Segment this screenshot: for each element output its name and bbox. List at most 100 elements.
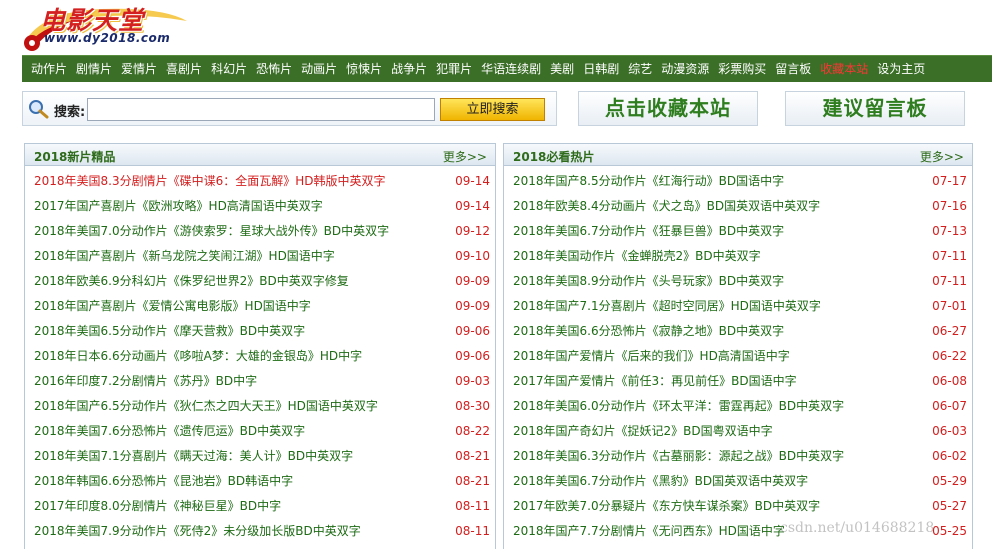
list-item: 2018年国产喜剧片《爱情公寓电影版》HD国语中字 09-09 bbox=[25, 294, 495, 319]
panel-title: 2018新片精品 bbox=[34, 150, 116, 164]
movie-link[interactable]: 2018年美国6.0分动作片《环太平洋：雷霆再起》BD中英双字 bbox=[513, 394, 844, 419]
search-label: 搜索: bbox=[54, 105, 86, 120]
movie-link[interactable]: 2017年印度8.0分剧情片《神秘巨星》BD中字 bbox=[34, 494, 281, 519]
new-releases-panel: 2018新片精品 更多>> 2018年美国8.3分剧情片《碟中谍6：全面瓦解》H… bbox=[24, 143, 496, 549]
post-date: 08-30 bbox=[455, 399, 490, 413]
list-item: 2018年美国7.1分喜剧片《瞒天过海：美人计》BD中英双字 08-21 bbox=[25, 444, 495, 469]
movie-list: 2018年国产8.5分动作片《红海行动》BD国语中字 07-17 2018年欧美8.… bbox=[504, 166, 972, 544]
search-input[interactable] bbox=[87, 98, 435, 121]
nav-item-anime[interactable]: 动漫资源 bbox=[661, 56, 709, 83]
nav-item-variety[interactable]: 综艺 bbox=[628, 56, 652, 83]
movie-link[interactable]: 2018年国产7.1分喜剧片《超时空同居》HD国语中英双字 bbox=[513, 294, 821, 319]
nav-item-scifi[interactable]: 科幻片 bbox=[211, 56, 247, 83]
nav-item-romance[interactable]: 爱情片 bbox=[121, 56, 157, 83]
post-date: 06-08 bbox=[932, 374, 967, 388]
movie-link[interactable]: 2018年欧美6.9分科幻片《侏罗纪世界2》BD中英双字修复 bbox=[34, 269, 349, 294]
nav-item-thriller[interactable]: 惊悚片 bbox=[346, 56, 382, 83]
movie-link[interactable]: 2018年美国7.6分恐怖片《遗传厄运》BD中英双字 bbox=[34, 419, 305, 444]
list-item: 2018年美国7.9分动作片《死侍2》未分级加长版BD中英双字 08-11 bbox=[25, 519, 495, 544]
post-date: 07-13 bbox=[932, 224, 967, 238]
list-item: 2016年印度7.2分剧情片《苏丹》BD中字 09-03 bbox=[25, 369, 495, 394]
nav-item-comedy[interactable]: 喜剧片 bbox=[166, 56, 202, 83]
movie-link[interactable]: 2018年美国6.7分动作片《黑豹》BD国英双语中英双字 bbox=[513, 469, 808, 494]
more-link[interactable]: 更多>> bbox=[443, 148, 487, 165]
list-item: 2018年美国8.3分剧情片《碟中谍6：全面瓦解》HD韩版中英双字 09-14 bbox=[25, 169, 495, 194]
nav-item-crime[interactable]: 犯罪片 bbox=[436, 56, 472, 83]
movie-link[interactable]: 2018年国产7.7分剧情片《无问西东》HD国语中字 bbox=[513, 519, 785, 544]
post-date: 05-29 bbox=[932, 474, 967, 488]
list-item: 2017年印度8.0分剧情片《神秘巨星》BD中字 08-11 bbox=[25, 494, 495, 519]
movie-link[interactable]: 2018年韩国6.6分恐怖片《昆池岩》BD韩语中字 bbox=[34, 469, 293, 494]
post-date: 08-21 bbox=[455, 449, 490, 463]
nav-item-war[interactable]: 战争片 bbox=[391, 56, 427, 83]
nav-item-horror[interactable]: 恐怖片 bbox=[256, 56, 292, 83]
nav-item-us-series[interactable]: 美剧 bbox=[550, 56, 574, 83]
movie-link[interactable]: 2018年美国6.7分动作片《狂暴巨兽》BD中英双字 bbox=[513, 219, 784, 244]
list-item: 2017年国产爱情片《前任3：再见前任》BD国语中字 06-08 bbox=[504, 369, 972, 394]
post-date: 09-10 bbox=[455, 249, 490, 263]
post-date: 09-06 bbox=[455, 349, 490, 363]
post-date: 06-02 bbox=[932, 449, 967, 463]
movie-link[interactable]: 2018年美国7.0分动作片《游侠索罗：星球大战外传》BD中英双字 bbox=[34, 219, 389, 244]
list-item: 2018年美国动作片《金蝉脱壳2》BD中英双字 07-11 bbox=[504, 244, 972, 269]
list-item: 2018年国产爱情片《后来的我们》HD高清国语中字 06-22 bbox=[504, 344, 972, 369]
nav-item-jk-series[interactable]: 日韩剧 bbox=[583, 56, 619, 83]
movie-link[interactable]: 2018年美国6.6分恐怖片《寂静之地》BD中英双字 bbox=[513, 319, 784, 344]
movie-link[interactable]: 2018年美国8.9分动作片《头号玩家》BD中英双字 bbox=[513, 269, 784, 294]
nav-item-chinese-series[interactable]: 华语连续剧 bbox=[481, 56, 541, 83]
post-date: 09-12 bbox=[455, 224, 490, 238]
nav-item-guestbook[interactable]: 留言板 bbox=[775, 56, 811, 83]
post-date: 07-16 bbox=[932, 199, 967, 213]
list-item: 2017年国产喜剧片《欧洲攻略》HD高清国语中英双字 09-14 bbox=[25, 194, 495, 219]
nav-item-action[interactable]: 动作片 bbox=[31, 56, 67, 83]
list-item: 2018年日本6.6分动画片《哆啦A梦：大雄的金银岛》HD中字 09-06 bbox=[25, 344, 495, 369]
list-item: 2018年美国6.3分动作片《古墓丽影：源起之战》BD中英双字 06-02 bbox=[504, 444, 972, 469]
movie-link[interactable]: 2018年国产8.5分动作片《红海行动》BD国语中字 bbox=[513, 169, 784, 194]
movie-link[interactable]: 2017年国产爱情片《前任3：再见前任》BD国语中字 bbox=[513, 369, 797, 394]
movie-link[interactable]: 2018年国产喜剧片《新乌龙院之笑闹江湖》HD国语中字 bbox=[34, 244, 335, 269]
movie-link[interactable]: 2018年美国动作片《金蝉脱壳2》BD中英双字 bbox=[513, 244, 761, 269]
post-date: 07-17 bbox=[932, 174, 967, 188]
movie-link[interactable]: 2017年国产喜剧片《欧洲攻略》HD高清国语中英双字 bbox=[34, 194, 323, 219]
post-date: 09-14 bbox=[455, 199, 490, 213]
movie-link[interactable]: 2018年美国8.3分剧情片《碟中谍6：全面瓦解》HD韩版中英双字 bbox=[34, 169, 386, 194]
movie-link[interactable]: 2018年日本6.6分动画片《哆啦A梦：大雄的金银岛》HD中字 bbox=[34, 344, 362, 369]
movie-link[interactable]: 2017年欧美7.0分暴疑片《东方快车谋杀案》BD中英双字 bbox=[513, 494, 820, 519]
list-item: 2018年美国6.6分恐怖片《寂静之地》BD中英双字 06-27 bbox=[504, 319, 972, 344]
list-item: 2018年国产喜剧片《新乌龙院之笑闹江湖》HD国语中字 09-10 bbox=[25, 244, 495, 269]
panel-header: 2018新片精品 更多>> bbox=[25, 144, 495, 166]
list-item: 2018年国产奇幻片《捉妖记2》BD国粤双语中字 06-03 bbox=[504, 419, 972, 444]
movie-link[interactable]: 2018年美国6.5分动作片《摩天营救》BD中英双字 bbox=[34, 319, 305, 344]
movie-link[interactable]: 2018年国产奇幻片《捉妖记2》BD国粤双语中字 bbox=[513, 419, 773, 444]
movie-link[interactable]: 2018年美国7.9分动作片《死侍2》未分级加长版BD中英双字 bbox=[34, 519, 361, 544]
list-item: 2018年美国6.5分动作片《摩天营救》BD中英双字 09-06 bbox=[25, 319, 495, 344]
search-button[interactable]: 立即搜索 bbox=[440, 98, 545, 121]
search-icon bbox=[29, 100, 49, 119]
nav-item-drama[interactable]: 剧情片 bbox=[76, 56, 112, 83]
nav-item-bookmark[interactable]: 收藏本站 bbox=[820, 56, 868, 83]
movie-link[interactable]: 2018年美国7.1分喜剧片《瞒天过海：美人计》BD中英双字 bbox=[34, 444, 353, 469]
movie-link[interactable]: 2016年印度7.2分剧情片《苏丹》BD中字 bbox=[34, 369, 257, 394]
list-item: 2018年国产6.5分动作片《狄仁杰之四大天王》HD国语中英双字 08-30 bbox=[25, 394, 495, 419]
post-date: 08-21 bbox=[455, 474, 490, 488]
list-item: 2018年韩国6.6分恐怖片《昆池岩》BD韩语中字 08-21 bbox=[25, 469, 495, 494]
post-date: 06-22 bbox=[932, 349, 967, 363]
watermark: csdn.net/u014688218 bbox=[780, 520, 935, 536]
category-nav: 动作片 剧情片 爱情片 喜剧片 科幻片 恐怖片 动画片 惊悚片 战争片 犯罪片 … bbox=[22, 55, 992, 82]
guestbook-button[interactable]: 建议留言板 bbox=[785, 91, 965, 126]
nav-item-animation[interactable]: 动画片 bbox=[301, 56, 337, 83]
site-logo[interactable]: 电影天堂 www.dy2018.com bbox=[22, 0, 197, 51]
must-watch-panel: 2018必看热片 更多>> 2018年国产8.5分动作片《红海行动》BD国语中字… bbox=[503, 143, 973, 549]
movie-link[interactable]: 2018年国产6.5分动作片《狄仁杰之四大天王》HD国语中英双字 bbox=[34, 394, 378, 419]
nav-item-lottery[interactable]: 彩票购买 bbox=[718, 56, 766, 83]
movie-link[interactable]: 2018年美国6.3分动作片《古墓丽影：源起之战》BD中英双字 bbox=[513, 444, 844, 469]
post-date: 07-01 bbox=[932, 299, 967, 313]
bookmark-site-button[interactable]: 点击收藏本站 bbox=[578, 91, 758, 126]
movie-link[interactable]: 2018年国产爱情片《后来的我们》HD高清国语中字 bbox=[513, 344, 790, 369]
more-link[interactable]: 更多>> bbox=[920, 148, 964, 165]
movie-link[interactable]: 2018年国产喜剧片《爱情公寓电影版》HD国语中字 bbox=[34, 294, 311, 319]
list-item: 2018年国产7.1分喜剧片《超时空同居》HD国语中英双字 07-01 bbox=[504, 294, 972, 319]
nav-item-set-homepage[interactable]: 设为主页 bbox=[877, 56, 925, 83]
post-date: 08-11 bbox=[455, 499, 490, 513]
movie-link[interactable]: 2018年欧美8.4分动画片《犬之岛》BD国英双语中英双字 bbox=[513, 194, 820, 219]
